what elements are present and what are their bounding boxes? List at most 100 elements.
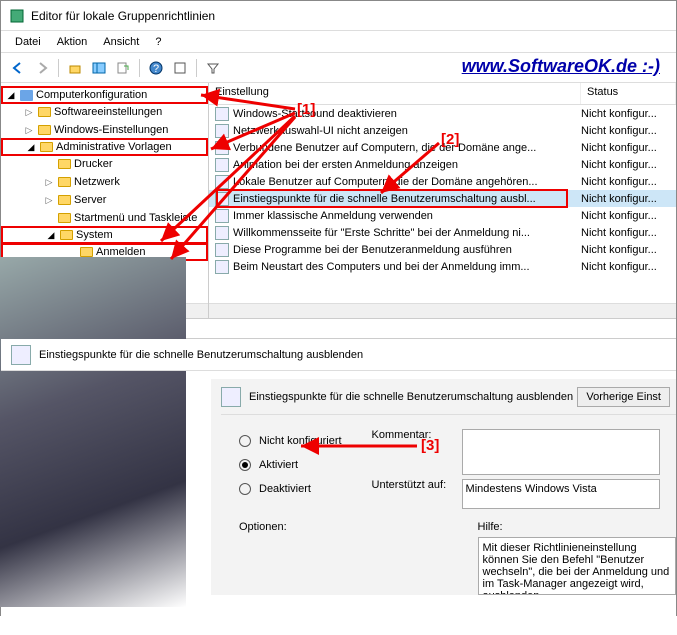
- filter-button[interactable]: [202, 57, 224, 79]
- list-scrollbar[interactable]: [209, 303, 676, 318]
- row-status: Nicht konfigur...: [581, 176, 676, 188]
- help-button[interactable]: ?: [145, 57, 167, 79]
- window-title: Editor für lokale Gruppenrichtlinien: [31, 9, 668, 23]
- tree-network[interactable]: ▷ Netzwerk: [1, 173, 208, 191]
- list-row[interactable]: Netzwerkauswahl-UI nicht anzeigenNicht k…: [209, 122, 676, 139]
- tree-computer-config[interactable]: ◢ Computerkonfiguration: [1, 86, 208, 104]
- tree-label: Drucker: [74, 158, 113, 170]
- help-label: Hilfe:: [478, 521, 677, 533]
- list-row[interactable]: Willkommensseite für "Erste Schritte" be…: [209, 224, 676, 241]
- expand-icon[interactable]: ▷: [23, 125, 35, 136]
- row-status: Nicht konfigur...: [581, 142, 676, 154]
- folder-icon: [38, 107, 51, 117]
- menu-bar: Datei Aktion Ansicht ?: [1, 31, 676, 53]
- folder-icon: [60, 230, 73, 240]
- detail-body: Einstiegspunkte für die schnelle Benutze…: [1, 371, 676, 595]
- row-text: Immer klassische Anmeldung verwenden: [233, 210, 581, 222]
- list-row[interactable]: Diese Programme bei der Benutzeranmeldun…: [209, 241, 676, 258]
- tree-label: Netzwerk: [74, 176, 120, 188]
- radio-icon: [239, 435, 251, 447]
- row-text: Beim Neustart des Computers und bei der …: [233, 261, 581, 273]
- expand-icon[interactable]: ▷: [23, 107, 35, 118]
- expand-icon[interactable]: ▷: [43, 177, 55, 188]
- row-text: Diese Programme bei der Benutzeranmeldun…: [233, 244, 581, 256]
- back-button[interactable]: [7, 57, 29, 79]
- forward-button[interactable]: [31, 57, 53, 79]
- setting-icon: [215, 192, 229, 206]
- expand-icon[interactable]: ▷: [43, 195, 55, 206]
- detail-pane: www.SoftwareOK.de :-) Einstiegspunkte fü…: [1, 339, 676, 635]
- radio-not-configured[interactable]: Nicht konfiguriert: [239, 429, 342, 453]
- radio-label: Nicht konfiguriert: [259, 435, 342, 447]
- row-status: Nicht konfigur...: [581, 193, 676, 205]
- expand-icon[interactable]: ◢: [5, 90, 17, 101]
- folder-icon: [40, 142, 53, 152]
- tree-label: Computerkonfiguration: [36, 89, 147, 101]
- watermark-link: www.SoftwareOK.de :-): [462, 56, 660, 77]
- folder-icon: [58, 159, 71, 169]
- tree-server[interactable]: ▷ Server: [1, 191, 208, 209]
- export-list-button[interactable]: [112, 57, 134, 79]
- radio-enabled[interactable]: Aktiviert: [239, 453, 342, 477]
- list-row[interactable]: Beim Neustart des Computers und bei der …: [209, 258, 676, 275]
- show-hide-tree-button[interactable]: [88, 57, 110, 79]
- menu-action[interactable]: Aktion: [49, 34, 96, 50]
- setting-icon: [215, 107, 229, 121]
- expand-icon[interactable]: ◢: [45, 230, 57, 241]
- properties-button[interactable]: [169, 57, 191, 79]
- radio-label: Deaktiviert: [259, 483, 311, 495]
- setting-icon: [215, 141, 229, 155]
- row-status: Nicht konfigur...: [581, 159, 676, 171]
- radio-label: Aktiviert: [259, 459, 298, 471]
- row-text: Einstiegspunkte für die schnelle Benutze…: [233, 193, 581, 205]
- row-text: Willkommensseite für "Erste Schritte" be…: [233, 227, 581, 239]
- comment-field[interactable]: [462, 429, 660, 475]
- policy-icon: [221, 387, 241, 407]
- row-status: Nicht konfigur...: [581, 210, 676, 222]
- sub-title-text: Einstiegspunkte für die schnelle Benutze…: [249, 391, 573, 403]
- row-status: Nicht konfigur...: [581, 125, 676, 137]
- previous-setting-button[interactable]: Vorherige Einst: [577, 387, 670, 407]
- menu-help[interactable]: ?: [147, 34, 169, 50]
- tree-admin-templates[interactable]: ◢ Administrative Vorlagen: [1, 138, 208, 156]
- setting-icon: [215, 226, 229, 240]
- list-row[interactable]: Verbundene Benutzer auf Computern, die d…: [209, 139, 676, 156]
- tree-software-settings[interactable]: ▷ Softwareeinstellungen: [1, 103, 208, 121]
- list-pane: Einstellung Status Windows-Startsound de…: [209, 83, 676, 318]
- tree-windows-settings[interactable]: ▷ Windows-Einstellungen: [1, 121, 208, 139]
- computer-icon: [20, 90, 33, 101]
- radio-disabled[interactable]: Deaktiviert: [239, 477, 342, 501]
- title-bar: Editor für lokale Gruppenrichtlinien: [1, 1, 676, 31]
- detail-left: [11, 379, 211, 595]
- setting-icon: [215, 175, 229, 189]
- col-status[interactable]: Status: [581, 83, 676, 104]
- list-row[interactable]: Immer klassische Anmeldung verwendenNich…: [209, 207, 676, 224]
- folder-icon: [58, 177, 71, 187]
- row-text: Animation bei der ersten Anmeldung anzei…: [233, 159, 581, 171]
- policy-icon: [11, 345, 31, 365]
- tree-system[interactable]: ◢ System: [1, 226, 208, 244]
- folder-icon: [58, 213, 71, 223]
- list-row[interactable]: Lokale Benutzer auf Computern, die der D…: [209, 173, 676, 190]
- menu-view[interactable]: Ansicht: [95, 34, 147, 50]
- help-text-box[interactable]: Mit dieser Richtlinieneinstellung können…: [478, 537, 677, 595]
- menu-file[interactable]: Datei: [7, 34, 49, 50]
- expand-icon[interactable]: ◢: [25, 142, 37, 153]
- row-text: Lokale Benutzer auf Computern, die der D…: [233, 176, 581, 188]
- setting-icon: [215, 243, 229, 257]
- tree-startmenu[interactable]: Startmenü und Taskleiste: [1, 209, 208, 227]
- help-column: Hilfe: Mit dieser Richtlinieneinstellung…: [478, 521, 677, 595]
- sub-title-row: Einstiegspunkte für die schnelle Benutze…: [221, 379, 676, 415]
- list-row[interactable]: Einstiegspunkte für die schnelle Benutze…: [209, 190, 676, 207]
- list-row[interactable]: Windows-Startsound deaktivierenNicht kon…: [209, 105, 676, 122]
- list-row[interactable]: Animation bei der ersten Anmeldung anzei…: [209, 156, 676, 173]
- tree-label: Windows-Einstellungen: [54, 124, 168, 136]
- setting-icon: [215, 124, 229, 138]
- col-setting[interactable]: Einstellung: [209, 83, 581, 104]
- tree-printer[interactable]: Drucker: [1, 155, 208, 173]
- help-text: Mit dieser Richtlinieneinstellung können…: [483, 542, 670, 595]
- list-body: Windows-Startsound deaktivierenNicht kon…: [209, 105, 676, 275]
- up-folder-button[interactable]: [64, 57, 86, 79]
- list-header: Einstellung Status: [209, 83, 676, 105]
- tree-label: Startmenü und Taskleiste: [74, 212, 197, 224]
